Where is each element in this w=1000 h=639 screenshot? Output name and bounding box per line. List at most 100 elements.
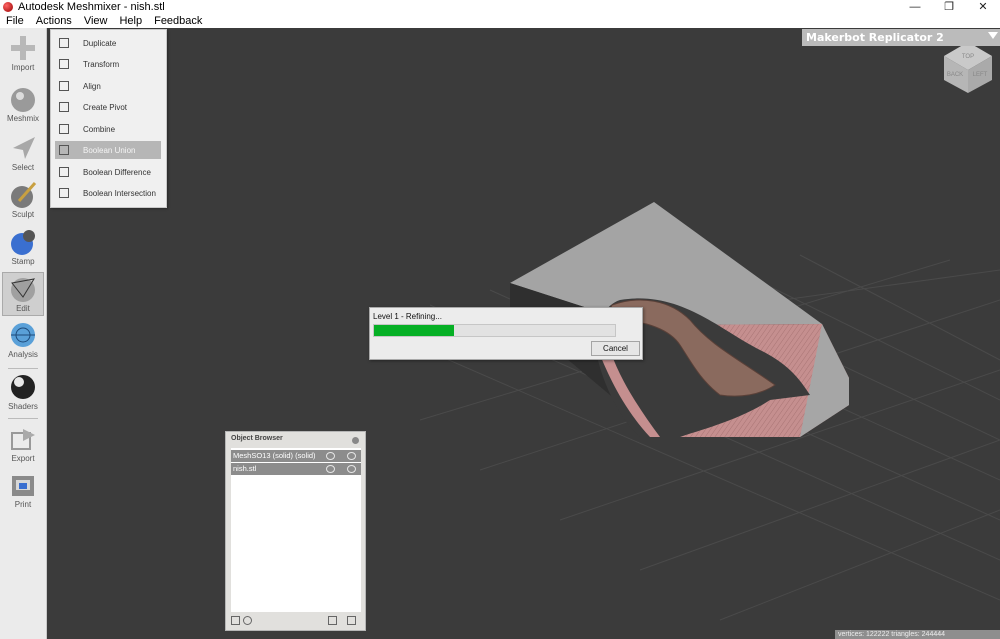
title-bar: Autodesk Meshmixer - nish.stl — ❐ ✕	[0, 0, 1000, 14]
viewcube-top-label: TOP	[962, 54, 974, 60]
menu-feedback[interactable]: Feedback	[148, 14, 208, 28]
viewcube-back-label: BACK	[947, 72, 963, 78]
close-icon[interactable]	[352, 437, 359, 444]
object-name: nish.stl	[233, 464, 257, 473]
printer-name: Makerbot Replicator 2	[806, 31, 944, 44]
object-list: MeshSO13 (solid) (solid) nish.stl	[231, 448, 361, 612]
menu-item-label: Boolean Union	[83, 145, 136, 155]
align-icon	[59, 81, 69, 91]
toolbar-divider	[8, 368, 38, 369]
menu-item-label: Combine	[83, 124, 116, 134]
tool-label: Meshmix	[6, 114, 39, 123]
printer-selector[interactable]: Makerbot Replicator 2	[802, 29, 1000, 46]
progress-bar	[373, 324, 616, 337]
select-arrow-icon	[13, 137, 35, 159]
menu-item-label: Create Pivot	[83, 102, 128, 112]
object-name: MeshSO13 (solid) (solid)	[233, 451, 316, 460]
transform-icon	[59, 59, 69, 69]
restore-button[interactable]: ❐	[932, 0, 966, 14]
duplicate-icon	[59, 38, 69, 48]
plus-icon	[11, 36, 35, 60]
tool-label: Stamp	[11, 257, 35, 266]
export-icon	[11, 429, 35, 450]
minimize-button[interactable]: —	[898, 0, 932, 14]
analysis-mesh-icon	[11, 323, 35, 347]
tool-label: Analysis	[8, 350, 38, 359]
object-browser: Object Browser MeshSO13 (solid) (solid) …	[225, 431, 366, 631]
tool-edit[interactable]: Edit	[2, 272, 44, 316]
combine-icon	[59, 124, 69, 134]
tool-sculpt[interactable]: Sculpt	[2, 179, 44, 223]
menu-file[interactable]: File	[0, 14, 30, 28]
boolean-union-icon	[59, 145, 69, 155]
edit-menu-transform[interactable]: Transform	[55, 55, 161, 73]
object-browser-title: Object Browser	[231, 435, 283, 442]
tool-label: Export	[11, 454, 35, 463]
tool-label: Edit	[16, 304, 30, 313]
menu-view[interactable]: View	[78, 14, 114, 28]
progress-message: Level 1 - Refining...	[373, 312, 442, 321]
tool-label: Import	[11, 63, 35, 72]
edit-menu-boolean-intersection[interactable]: Boolean Intersection	[55, 184, 161, 202]
duplicate-icon[interactable]	[328, 616, 337, 625]
menu-bar: File Actions View Help Feedback	[0, 14, 1000, 28]
trash-icon[interactable]	[347, 616, 356, 625]
cube-icon[interactable]	[231, 616, 240, 625]
list-item[interactable]: MeshSO13 (solid) (solid)	[231, 450, 361, 462]
edit-menu-boolean-difference[interactable]: Boolean Difference	[55, 163, 161, 181]
sculpt-brush-icon	[11, 182, 37, 208]
tool-label: Sculpt	[11, 210, 35, 219]
edit-menu-duplicate[interactable]: Duplicate	[55, 34, 161, 52]
eye-icon[interactable]	[347, 452, 356, 460]
tool-analysis[interactable]: Analysis	[2, 319, 44, 363]
stamp-icon	[11, 230, 35, 255]
pivot-icon	[59, 102, 69, 112]
boolean-intersection-icon	[59, 188, 69, 198]
window-controls: — ❐ ✕	[898, 0, 1000, 14]
lock-icon[interactable]	[326, 465, 335, 473]
tool-export[interactable]: Export	[2, 423, 44, 467]
tool-stamp[interactable]: Stamp	[2, 226, 44, 270]
menu-item-label: Boolean Intersection	[83, 188, 156, 198]
chevron-down-icon[interactable]	[988, 32, 998, 39]
edit-menu: Duplicate Transform Align Create Pivot C…	[50, 29, 167, 208]
tool-select[interactable]: Select	[2, 132, 44, 176]
list-item[interactable]: nish.stl	[231, 463, 361, 475]
menu-actions[interactable]: Actions	[30, 14, 78, 28]
menu-item-label: Transform	[83, 59, 120, 69]
edit-sphere-icon	[11, 278, 36, 302]
menu-help[interactable]: Help	[113, 14, 148, 28]
shaders-sphere-icon	[11, 375, 35, 399]
edit-menu-boolean-union[interactable]: Boolean Union	[55, 141, 161, 159]
boolean-difference-icon	[59, 167, 69, 177]
menu-item-label: Duplicate	[83, 38, 117, 48]
tool-shaders[interactable]: Shaders	[2, 371, 44, 415]
meshmixer-logo-icon	[3, 2, 13, 12]
object-browser-footer	[231, 615, 361, 627]
tool-meshmix[interactable]: Meshmix	[2, 83, 44, 127]
left-toolbar: Import Meshmix Select Sculpt Stamp Edit	[0, 28, 47, 639]
tool-label: Select	[11, 163, 35, 172]
lock-icon[interactable]	[326, 452, 335, 460]
edit-menu-align[interactable]: Align	[55, 77, 161, 95]
tool-import[interactable]: Import	[2, 32, 44, 76]
tool-label: Shaders	[8, 402, 38, 411]
cancel-button[interactable]: Cancel	[591, 341, 640, 356]
edit-menu-combine[interactable]: Combine	[55, 120, 161, 138]
progress-fill	[374, 325, 454, 336]
menu-item-label: Boolean Difference	[83, 167, 151, 177]
progress-dialog: Level 1 - Refining... Cancel	[369, 307, 643, 360]
menu-item-label: Align	[83, 81, 101, 91]
tool-print[interactable]: Print	[2, 469, 44, 513]
meshmix-bunny-icon	[11, 88, 35, 112]
tool-label: Print	[14, 500, 32, 509]
status-bar: vertices: 122222 triangles: 244444	[835, 630, 1000, 639]
window-title: Autodesk Meshmixer - nish.stl	[18, 1, 165, 13]
print-icon	[12, 476, 34, 496]
toolbar-divider	[8, 418, 38, 419]
edit-menu-create-pivot[interactable]: Create Pivot	[55, 98, 161, 116]
eye-icon[interactable]	[347, 465, 356, 473]
pivot-icon[interactable]	[243, 616, 252, 625]
viewcube-left-label: LEFT	[973, 72, 988, 78]
close-button[interactable]: ✕	[966, 0, 1000, 14]
